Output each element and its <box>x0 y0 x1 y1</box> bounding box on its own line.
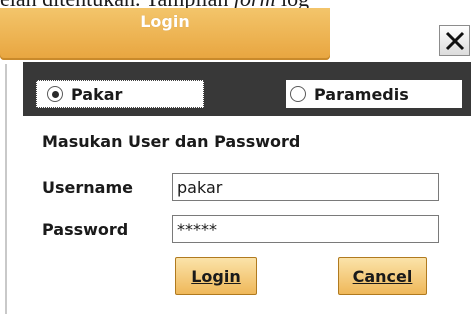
cancel-button[interactable]: Cancel <box>338 257 427 295</box>
role-option-paramedis[interactable]: Paramedis <box>286 80 462 108</box>
password-label: Password <box>42 220 129 239</box>
login-button[interactable]: Login <box>175 257 257 295</box>
username-field[interactable] <box>172 173 439 201</box>
radio-unchecked-icon <box>290 86 306 102</box>
role-pakar-label: Pakar <box>71 84 123 104</box>
role-option-pakar[interactable]: Pakar <box>36 80 204 108</box>
window-titlebar: Login <box>0 8 471 68</box>
window-title: Login <box>140 12 190 31</box>
username-label: Username <box>42 178 133 197</box>
radio-dot <box>51 90 59 98</box>
role-paramedis-label: Paramedis <box>314 84 409 104</box>
radio-checked-icon <box>47 86 63 102</box>
page: elah ditentukan. Tampilan form log Login… <box>0 0 471 314</box>
close-x-icon <box>445 31 464 50</box>
close-button[interactable] <box>439 25 470 56</box>
credentials-heading: Masukan User dan Password <box>42 132 301 151</box>
title-tab: Login <box>0 8 330 60</box>
password-field[interactable] <box>172 215 439 243</box>
